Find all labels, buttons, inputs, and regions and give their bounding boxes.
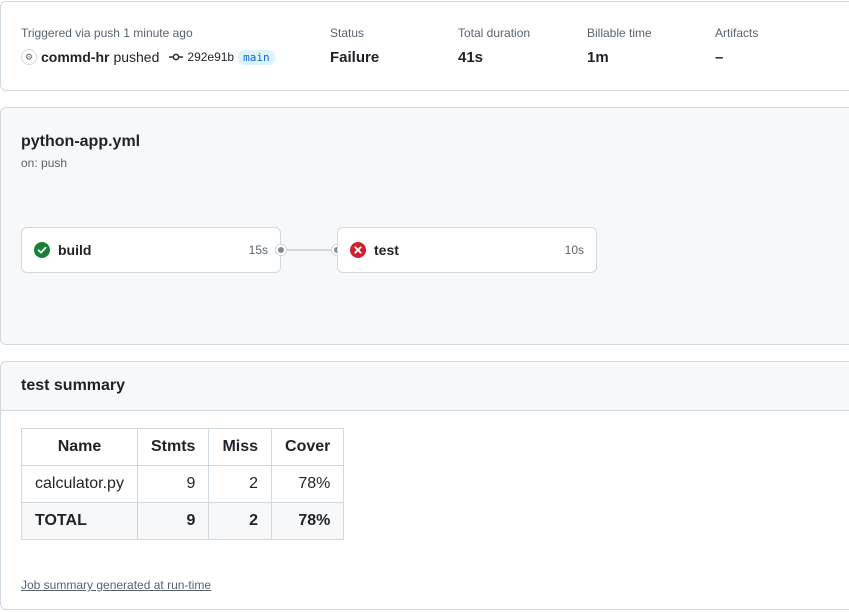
artifacts-value: – (715, 49, 724, 66)
table-header-row: Name Stmts Miss Cover (21, 428, 345, 466)
branch-badge[interactable]: main (238, 49, 275, 65)
table-cell: TOTAL (21, 502, 138, 540)
column-header: Cover (271, 428, 345, 466)
table-cell: 9 (136, 502, 210, 540)
job-summary-footnote-link[interactable]: Job summary generated at run-time (21, 578, 211, 592)
column-header: Name (21, 428, 138, 466)
commit-sha-link[interactable]: 292e91b (187, 50, 234, 64)
actor-link[interactable]: commd-hr (41, 49, 109, 65)
artifacts-block: Artifacts – (715, 26, 758, 66)
billable-value: 1m (587, 49, 609, 66)
x-circle-icon (350, 242, 366, 258)
status-value: Failure (330, 49, 380, 66)
workflow-file-title[interactable]: python-app.yml (21, 133, 140, 151)
table-cell: 2 (208, 465, 273, 503)
column-header: Stmts (136, 428, 210, 466)
table-cell: 78% (271, 502, 345, 540)
table-total-row: TOTAL 9 2 78% (21, 502, 345, 540)
table-cell: 78% (271, 465, 345, 503)
commit-icon (169, 50, 184, 64)
graph-node-dot (276, 245, 286, 255)
table-row: calculator.py 9 2 78% (21, 465, 345, 503)
duration-value: 41s (458, 49, 484, 66)
trigger-label: Triggered via push 1 minute ago (21, 26, 193, 40)
job-build[interactable]: build 15s (21, 227, 281, 273)
test-summary-card: test summary Name Stmts Miss Cover calcu… (0, 361, 849, 610)
test-summary-title: test summary (1, 362, 849, 411)
billable-block: Billable time 1m (587, 26, 652, 66)
action-text: pushed (113, 49, 160, 65)
run-summary-card: Triggered via push 1 minute ago ⚙ commd-… (0, 1, 849, 91)
job-test[interactable]: test 10s (337, 227, 597, 273)
table-cell: calculator.py (21, 465, 138, 503)
check-circle-icon (34, 242, 50, 258)
avatar[interactable]: ⚙ (21, 49, 37, 65)
status-label: Status (330, 26, 365, 40)
workflow-graph-card: python-app.yml on: push build 15s test 1… (0, 107, 849, 345)
column-header: Miss (208, 428, 273, 466)
job-duration: 15s (248, 243, 268, 257)
coverage-table: Name Stmts Miss Cover calculator.py 9 2 … (21, 428, 345, 540)
table-cell: 9 (136, 465, 210, 503)
job-connector-line (286, 249, 334, 251)
artifacts-label: Artifacts (715, 26, 759, 40)
job-name: build (58, 242, 92, 258)
table-cell: 2 (208, 502, 273, 540)
billable-label: Billable time (587, 26, 652, 40)
duration-block: Total duration 41s (458, 26, 530, 66)
workflow-trigger: on: push (21, 156, 68, 170)
trigger-info: Triggered via push 1 minute ago ⚙ commd-… (21, 26, 275, 65)
job-name: test (374, 242, 399, 258)
job-duration: 10s (564, 243, 584, 257)
status-block: Status Failure (330, 26, 379, 66)
duration-label: Total duration (458, 26, 531, 40)
trigger-row: ⚙ commd-hr pushed 292e91b main (21, 49, 275, 65)
